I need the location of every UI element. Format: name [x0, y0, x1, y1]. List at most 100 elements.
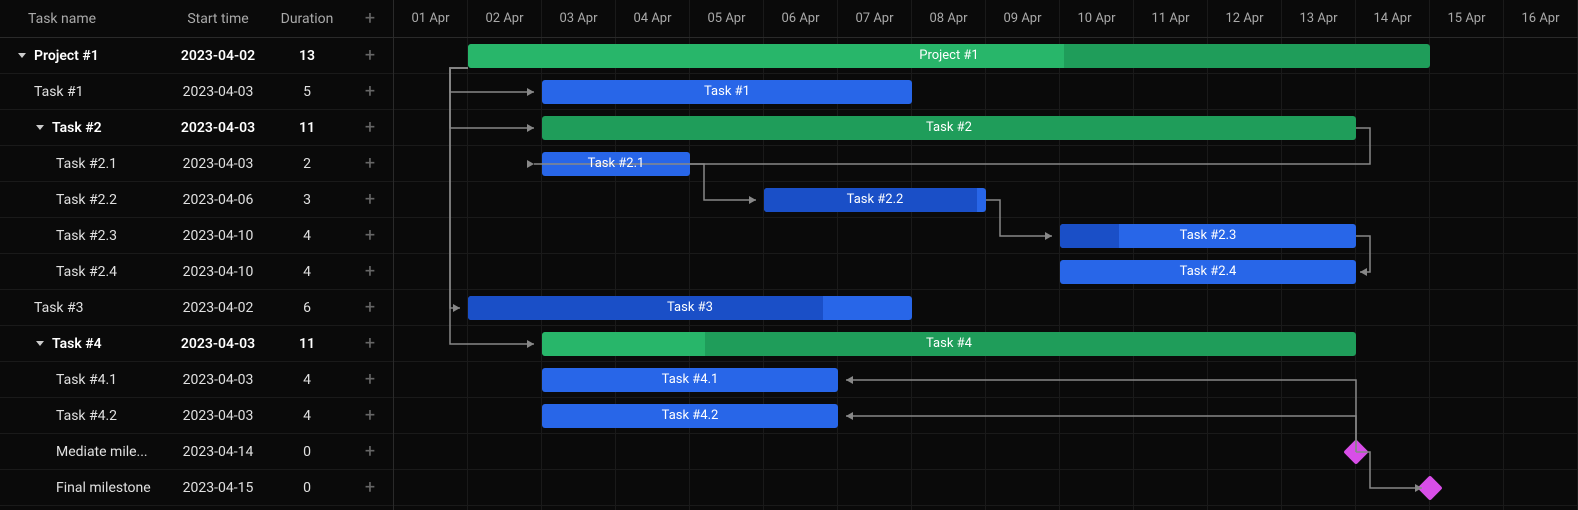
task-start-cell[interactable]: 2023-04-03: [170, 372, 266, 388]
task-start-cell[interactable]: 2023-04-10: [170, 228, 266, 244]
task-duration-cell[interactable]: 4: [266, 372, 348, 388]
add-subtask-button[interactable]: +: [348, 45, 392, 66]
task-name-cell[interactable]: Task #1: [0, 84, 170, 100]
task-name-cell[interactable]: Project #1: [0, 48, 170, 64]
add-subtask-button[interactable]: +: [348, 189, 392, 210]
task-start-cell[interactable]: 2023-04-06: [170, 192, 266, 208]
add-subtask-button[interactable]: +: [348, 117, 392, 138]
task-name-label: Task #1: [34, 84, 83, 100]
task-row[interactable]: Task #2.32023-04-104+: [0, 218, 393, 254]
timeline-panel: 01 Apr02 Apr03 Apr04 Apr05 Apr06 Apr07 A…: [394, 0, 1578, 510]
task-duration-cell[interactable]: 0: [266, 480, 348, 496]
milestone-marker[interactable]: [1417, 475, 1442, 500]
task-row[interactable]: Project #12023-04-0213+: [0, 38, 393, 74]
task-duration-cell[interactable]: 0: [266, 444, 348, 460]
caret-down-icon[interactable]: [36, 125, 44, 130]
task-bar[interactable]: Task #1: [542, 80, 912, 104]
task-duration-cell[interactable]: 4: [266, 228, 348, 244]
task-start-cell[interactable]: 2023-04-03: [170, 156, 266, 172]
task-start-cell[interactable]: 2023-04-14: [170, 444, 266, 460]
task-start-cell[interactable]: 2023-04-15: [170, 480, 266, 496]
task-name-cell[interactable]: Task #2: [0, 120, 170, 136]
task-row[interactable]: Mediate mile...2023-04-140+: [0, 434, 393, 470]
task-start-cell[interactable]: 2023-04-03: [170, 84, 266, 100]
task-row[interactable]: Task #4 2023-04-0311+: [0, 326, 393, 362]
task-start-cell[interactable]: 2023-04-03: [170, 120, 266, 136]
task-row[interactable]: Task #2.22023-04-063+: [0, 182, 393, 218]
task-name-label: Task #2: [52, 120, 102, 136]
add-subtask-button[interactable]: +: [348, 333, 392, 354]
add-subtask-button[interactable]: +: [348, 441, 392, 462]
task-bar[interactable]: Task #3: [468, 296, 912, 320]
task-name-cell[interactable]: Task #2.1: [0, 156, 170, 172]
task-start-cell[interactable]: 2023-04-02: [170, 300, 266, 316]
task-duration-cell[interactable]: 4: [266, 264, 348, 280]
bar-label: Task #2.4: [1180, 264, 1237, 279]
progress-fill: [542, 332, 705, 356]
task-name-cell[interactable]: Task #2.3: [0, 228, 170, 244]
task-row[interactable]: Task #32023-04-026+: [0, 290, 393, 326]
bar-label: Task #2: [926, 120, 972, 135]
task-duration-cell[interactable]: 2: [266, 156, 348, 172]
task-bar[interactable]: Task #2.1: [542, 152, 690, 176]
add-subtask-button[interactable]: +: [348, 405, 392, 426]
task-name-cell[interactable]: Task #2.4: [0, 264, 170, 280]
task-start-cell[interactable]: 2023-04-02: [170, 48, 266, 64]
task-row[interactable]: Final milestone2023-04-150+: [0, 470, 393, 506]
task-bar[interactable]: Task #4.1: [542, 368, 838, 392]
add-subtask-button[interactable]: +: [348, 261, 392, 282]
task-duration-cell[interactable]: 6: [266, 300, 348, 316]
task-name-label: Task #4: [52, 336, 102, 352]
task-name-label: Task #4.1: [56, 372, 117, 388]
task-duration-cell[interactable]: 3: [266, 192, 348, 208]
task-list-header: Task name Start time Duration +: [0, 0, 393, 38]
task-row[interactable]: Task #1 2023-04-035+: [0, 74, 393, 110]
caret-down-icon[interactable]: [36, 341, 44, 346]
add-column-button[interactable]: +: [348, 8, 392, 29]
day-column-header: 05 Apr: [690, 0, 764, 37]
task-start-cell[interactable]: 2023-04-10: [170, 264, 266, 280]
add-subtask-button[interactable]: +: [348, 297, 392, 318]
task-name-cell[interactable]: Final milestone: [0, 480, 170, 496]
task-name-cell[interactable]: Task #4.2: [0, 408, 170, 424]
timeline-body[interactable]: Project #1 Task #1 Task #2 Task #2.1 Task #2…: [394, 38, 1578, 510]
add-subtask-button[interactable]: +: [348, 369, 392, 390]
bar-label: Task #3: [667, 300, 713, 315]
task-bar[interactable]: Task #2.2: [764, 188, 986, 212]
task-row[interactable]: Task #4.1 2023-04-034+: [0, 362, 393, 398]
bar-label: Task #4.2: [662, 408, 719, 423]
task-duration-cell[interactable]: 13: [266, 48, 348, 64]
task-start-cell[interactable]: 2023-04-03: [170, 336, 266, 352]
add-subtask-button[interactable]: +: [348, 153, 392, 174]
day-column-header: 06 Apr: [764, 0, 838, 37]
add-subtask-button[interactable]: +: [348, 477, 392, 498]
task-bar[interactable]: Task #2.3: [1060, 224, 1356, 248]
add-subtask-button[interactable]: +: [348, 81, 392, 102]
task-name-cell[interactable]: Task #4: [0, 336, 170, 352]
add-subtask-button[interactable]: +: [348, 225, 392, 246]
timeline-row: [394, 434, 1578, 470]
task-row[interactable]: Task #2.42023-04-104+: [0, 254, 393, 290]
bar-label: Project #1: [919, 48, 979, 63]
task-duration-cell[interactable]: 5: [266, 84, 348, 100]
bar-label: Task #1: [704, 84, 750, 99]
milestone-marker[interactable]: [1343, 439, 1368, 464]
caret-down-icon[interactable]: [18, 53, 26, 58]
task-start-cell[interactable]: 2023-04-03: [170, 408, 266, 424]
summary-bar[interactable]: Project #1: [468, 44, 1430, 68]
task-row[interactable]: Task #2 2023-04-0311+: [0, 110, 393, 146]
task-duration-cell[interactable]: 4: [266, 408, 348, 424]
task-row[interactable]: Task #2.12023-04-032+: [0, 146, 393, 182]
task-duration-cell[interactable]: 11: [266, 336, 348, 352]
task-name-cell[interactable]: Mediate mile...: [0, 444, 170, 460]
task-duration-cell[interactable]: 11: [266, 120, 348, 136]
task-name-cell[interactable]: Task #2.2: [0, 192, 170, 208]
task-bar[interactable]: Task #2.4: [1060, 260, 1356, 284]
timeline-header: 01 Apr02 Apr03 Apr04 Apr05 Apr06 Apr07 A…: [394, 0, 1578, 38]
summary-bar[interactable]: Task #2: [542, 116, 1356, 140]
task-row[interactable]: Task #4.22023-04-034+: [0, 398, 393, 434]
task-name-cell[interactable]: Task #3: [0, 300, 170, 316]
summary-bar[interactable]: Task #4: [542, 332, 1356, 356]
task-name-cell[interactable]: Task #4.1: [0, 372, 170, 388]
task-bar[interactable]: Task #4.2: [542, 404, 838, 428]
